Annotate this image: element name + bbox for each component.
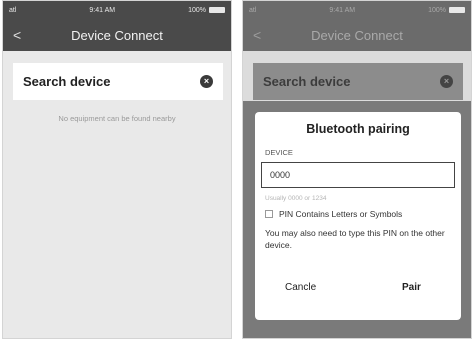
page-title: Device Connect — [311, 27, 403, 43]
battery-icon — [449, 6, 465, 13]
search-device-row[interactable]: Search device × — [13, 63, 223, 100]
search-device-label: Search device — [23, 74, 111, 89]
right-phone-screen: atl 9:41 AM 100% < Device Connect Search… — [242, 0, 472, 339]
status-time: 9:41 AM — [89, 6, 116, 14]
close-icon[interactable]: × — [200, 75, 213, 88]
empty-message: No equipment can be found nearby — [58, 114, 176, 123]
bluetooth-pairing-dialog: Bluetooth pairing DEVICE 0000 Usually 00… — [255, 112, 461, 320]
close-icon[interactable]: × — [440, 75, 453, 88]
pin-letters-checkbox[interactable] — [265, 210, 273, 218]
nav-bar: < Device Connect — [3, 19, 231, 51]
pin-note: You may also need to type this PIN on th… — [265, 228, 445, 250]
search-device-label: Search device — [263, 74, 351, 89]
pin-input[interactable]: 0000 — [261, 162, 455, 188]
left-phone-screen: atl 9:41 AM 100% < Device Connect Search… — [2, 0, 232, 339]
pair-button[interactable]: Pair — [402, 282, 421, 293]
dialog-title: Bluetooth pairing — [306, 122, 410, 136]
status-bar: atl 9:41 AM 100% — [3, 1, 231, 19]
cancel-button[interactable]: Cancle — [285, 282, 316, 293]
status-bar: atl 9:41 AM 100% — [243, 1, 471, 19]
back-icon[interactable]: < — [253, 27, 261, 43]
signal-indicator: atl — [249, 6, 257, 14]
search-device-row[interactable]: Search device × — [253, 63, 463, 100]
nav-bar: < Device Connect — [243, 19, 471, 51]
pin-hint: Usually 0000 or 1234 — [265, 195, 327, 202]
status-time: 9:41 AM — [329, 6, 356, 14]
battery-icon — [209, 6, 225, 13]
pin-letters-checkbox-row[interactable]: PIN Contains Letters or Symbols — [265, 209, 402, 219]
battery-status: 100% — [428, 7, 465, 14]
battery-status: 100% — [188, 7, 225, 14]
pin-letters-checkbox-label: PIN Contains Letters or Symbols — [279, 209, 403, 219]
back-icon[interactable]: < — [13, 27, 21, 43]
signal-indicator: atl — [9, 6, 17, 14]
device-field-label: DEVICE — [265, 148, 293, 157]
page-title: Device Connect — [71, 27, 163, 43]
